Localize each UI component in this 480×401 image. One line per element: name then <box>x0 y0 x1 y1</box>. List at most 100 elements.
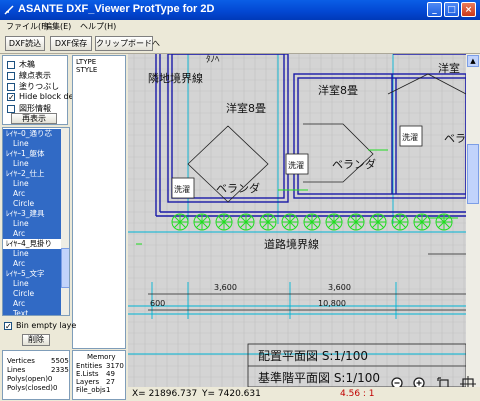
scroll-thumb[interactable] <box>467 144 479 204</box>
vertical-scrollbar[interactable]: ▲ <box>466 54 480 387</box>
stat-value: 0 <box>47 375 53 383</box>
memory-row: File_objs 1 <box>76 386 110 395</box>
stat-label: Polys(closed) <box>7 384 53 392</box>
option-label: Hide block def <box>19 92 77 101</box>
maximize-button[interactable]: □ <box>444 2 459 17</box>
entity-item[interactable]: Line <box>3 219 61 229</box>
stat-value: 5505 <box>51 357 69 365</box>
dimension-label: 3,600 <box>214 283 237 292</box>
layer-item[interactable]: ﾚｲﾔｰ0_通り芯 <box>3 129 61 139</box>
layer-item[interactable]: ﾚｲﾔｰ1_躯体 <box>3 149 61 159</box>
drawing-canvas[interactable]: ﾀﾉﾍ 隣地境界線 洋室8畳 洋室8畳 洋室 ベランダ ベランダ ベラ 洗濯 洗… <box>128 54 466 387</box>
option-label: 塗りつぶし <box>19 82 60 91</box>
detail-lines <box>148 73 466 387</box>
clipboard-button[interactable]: クリップボードへ <box>95 36 160 51</box>
stat-label: Vertices <box>7 357 35 365</box>
stat-row: Vertices 5505 <box>7 357 69 366</box>
tree-spoke <box>371 215 379 223</box>
layer-item[interactable]: ﾚｲﾔｰ3_建具 <box>3 209 61 219</box>
memory-value: 1 <box>106 386 111 394</box>
zoom-scale: 4.56 : 1 <box>340 389 375 399</box>
tree-spoke <box>201 215 209 223</box>
options-panel: 木鵜 線点表示 塗りつぶし ✓ Hide block def 図形情報 再表示 <box>2 55 76 125</box>
load-dxf-button[interactable]: DXF読込 <box>5 36 45 51</box>
entity-item[interactable]: Line <box>3 139 61 149</box>
washer-label: 洗濯 <box>402 132 418 142</box>
menu-edit[interactable]: 編集(E) <box>44 21 71 32</box>
app-icon <box>4 5 14 15</box>
entity-item[interactable]: Arc <box>3 259 61 269</box>
tree-spoke <box>437 215 445 223</box>
info-line: LTYPE <box>76 58 97 66</box>
checkbox[interactable] <box>7 82 15 91</box>
tree-spoke <box>239 215 247 223</box>
menu-bar: ファイル(F) 編集(E) ヘルプ(H) <box>0 20 480 34</box>
close-button[interactable]: × <box>461 2 476 17</box>
veranda-label: ベランダ <box>332 157 376 171</box>
stat-row: Lines 2335 <box>7 366 69 375</box>
tree-spoke <box>305 215 313 223</box>
tree-spoke <box>421 215 429 223</box>
entity-item[interactable]: Circle <box>3 289 61 299</box>
dimension-label: 3,600 <box>328 283 351 292</box>
scroll-up-icon[interactable]: ▲ <box>467 55 479 67</box>
entity-item[interactable]: Line <box>3 179 61 189</box>
toolbar: DXF読込 DXF保存 クリップボードへ <box>0 34 480 54</box>
entity-item[interactable]: Arc <box>3 189 61 199</box>
veranda-label: ベランダ <box>216 181 260 195</box>
option-label: 木鵜 <box>19 60 35 69</box>
status-bar: X= 21896.737 Y= 7420.631 4.56 : 1 <box>128 387 480 401</box>
bin-empty-row[interactable]: ✓ Bin empty laye <box>4 321 76 333</box>
tree-spoke <box>283 215 291 223</box>
stat-row: Polys(open)0 <box>7 375 52 384</box>
menu-file[interactable]: ファイル(F) <box>6 21 49 32</box>
info-line: STYLE <box>76 66 98 74</box>
tree-spoke <box>195 215 203 223</box>
memory-label: E.Lists <box>76 370 99 378</box>
entity-item[interactable]: Arc <box>3 229 61 239</box>
layer-item[interactable]: ﾚｲﾔｰ2_仕上 <box>3 169 61 179</box>
bin-empty-label: Bin empty laye <box>16 321 77 330</box>
tree-spoke <box>311 215 319 223</box>
entity-item[interactable]: Circle <box>3 199 61 209</box>
layer-item[interactable]: ﾚｲﾔｰ5_文字 <box>3 269 61 279</box>
menu-help[interactable]: ヘルプ(H) <box>80 21 116 32</box>
memory-title: Memory <box>87 353 116 361</box>
checkbox[interactable] <box>7 60 15 69</box>
delete-button[interactable]: 削除 <box>22 334 50 346</box>
entity-item[interactable]: Line <box>3 159 61 169</box>
entity-item[interactable]: Line <box>3 249 61 259</box>
layer-item[interactable]: ﾚｲﾔｰ4_見掛り <box>3 239 61 249</box>
title-bar: ASANTE DXF_Viewer ProtType for 2D _ □ × <box>0 0 480 20</box>
layer-list[interactable]: ﾚｲﾔｰ0_通り芯 Line ﾚｲﾔｰ1_躯体 Line ﾚｲﾔｰ2_仕上 Line Arc… <box>2 127 70 316</box>
checkbox[interactable] <box>7 104 15 113</box>
layer-scrollbar[interactable] <box>61 128 69 315</box>
tree-spoke <box>443 215 451 223</box>
tree-spoke <box>179 215 187 223</box>
save-dxf-button[interactable]: DXF保存 <box>50 36 92 51</box>
stat-label: Lines <box>7 366 26 374</box>
room-label: 洋室 <box>438 61 460 75</box>
entity-item[interactable]: Arc <box>3 299 61 309</box>
cad-drawing: ﾀﾉﾍ 隣地境界線 洋室8畳 洋室8畳 洋室 ベランダ ベランダ ベラ 洗濯 洗… <box>128 54 466 387</box>
entity-item[interactable]: Line <box>3 279 61 289</box>
tree-spoke <box>261 215 269 223</box>
stat-label: Polys(open) <box>7 375 48 383</box>
dimension-label: 10,800 <box>318 299 346 308</box>
tree-spoke <box>415 215 423 223</box>
tree-spoke <box>355 215 363 223</box>
checkbox[interactable] <box>7 71 15 80</box>
coord-y: Y= 7420.631 <box>202 389 261 399</box>
coord-x: X= 21896.737 <box>132 389 198 399</box>
room-label: 洋室8畳 <box>226 101 266 115</box>
minimize-button[interactable]: _ <box>427 2 442 17</box>
scroll-thumb[interactable] <box>61 248 69 288</box>
info-box: LTYPE STYLE <box>72 55 126 349</box>
redraw-button[interactable]: 再表示 <box>11 113 57 124</box>
entity-item[interactable]: Text <box>3 309 61 315</box>
checkbox-checked[interactable]: ✓ <box>4 321 12 330</box>
tree-spoke <box>349 215 357 223</box>
checkbox-checked[interactable]: ✓ <box>7 92 15 101</box>
veranda-label: ベラ <box>444 132 466 145</box>
tree-spoke <box>217 215 225 223</box>
